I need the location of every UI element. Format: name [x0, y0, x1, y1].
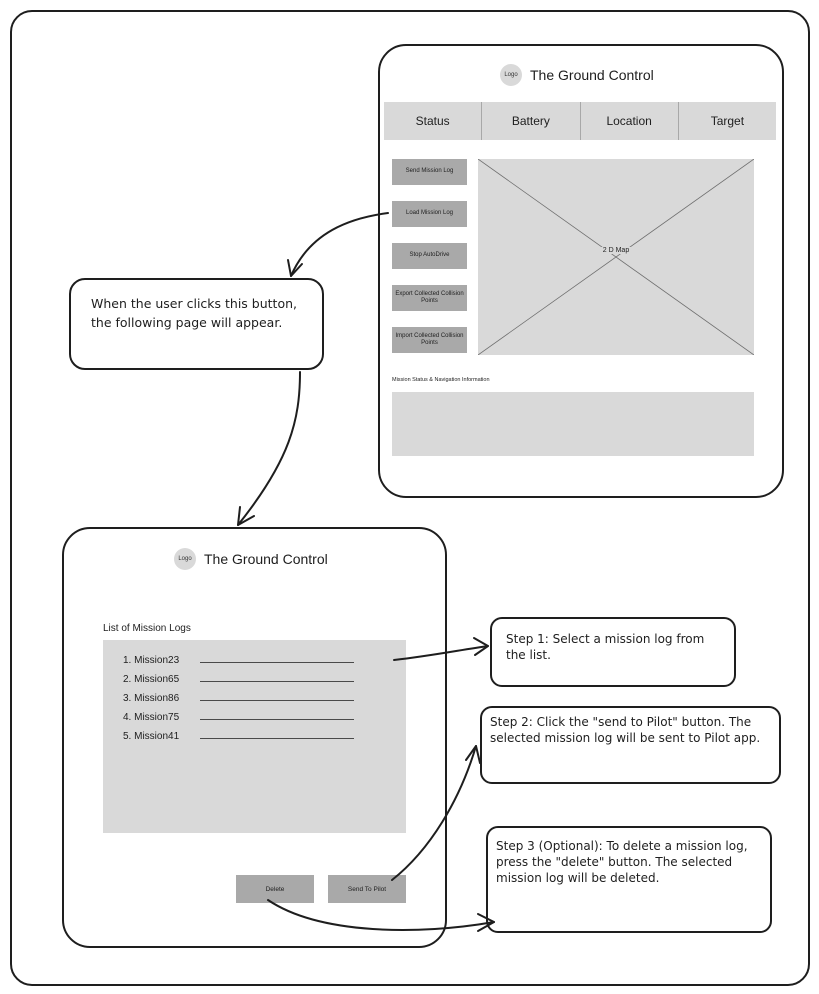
arrow-list-to-step1 — [393, 645, 489, 661]
arrow-note-to-screen — [237, 371, 301, 526]
flow-arrows — [237, 212, 495, 932]
arrow-send-to-step2 — [391, 745, 477, 881]
arrow-load-to-note — [290, 212, 389, 277]
arrow-delete-to-step3 — [267, 899, 495, 931]
